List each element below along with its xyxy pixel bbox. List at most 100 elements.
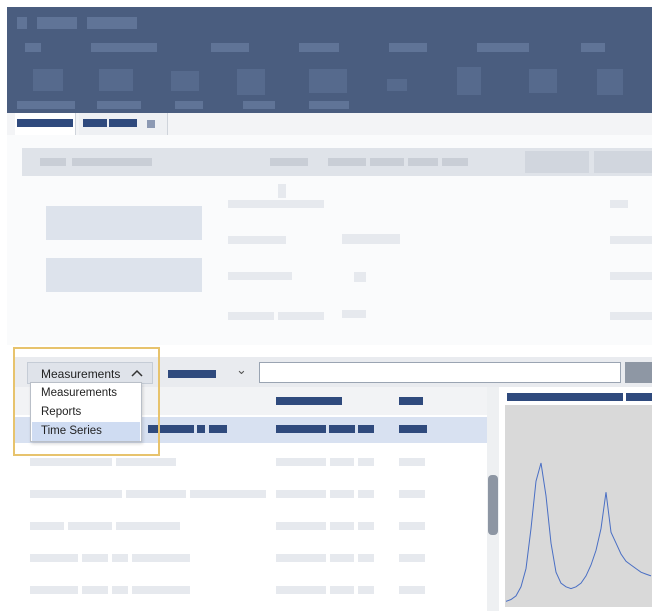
tab-second[interactable] <box>79 113 168 135</box>
form-label-placeholder <box>228 236 286 244</box>
filter-dropdown[interactable]: ⌄ <box>166 362 254 383</box>
table-row[interactable] <box>112 586 128 594</box>
table-row[interactable] <box>276 522 326 530</box>
table-row[interactable] <box>82 554 108 562</box>
table-row[interactable] <box>116 458 176 466</box>
form-value-placeholder <box>610 272 652 280</box>
form-label-placeholder <box>278 312 324 320</box>
table-row[interactable] <box>276 458 326 466</box>
column-header-placeholder[interactable] <box>399 397 423 405</box>
cell-placeholder <box>276 425 326 433</box>
form-label-placeholder <box>228 272 292 280</box>
ribbon-tool-icon[interactable] <box>309 69 347 93</box>
ribbon-tool-icon[interactable] <box>529 69 557 93</box>
info-card <box>46 258 202 292</box>
tab-label-placeholder <box>17 119 73 127</box>
toolbar-placeholder <box>72 158 152 166</box>
table-row[interactable] <box>30 458 112 466</box>
menu-tab-placeholder[interactable] <box>299 43 339 52</box>
ribbon-label-placeholder <box>309 101 349 109</box>
cell-placeholder <box>209 425 227 433</box>
table-row[interactable] <box>276 586 326 594</box>
toolbar-placeholder <box>442 158 468 166</box>
cell-placeholder <box>329 425 355 433</box>
toolbar-button-placeholder[interactable] <box>525 151 589 173</box>
table-row[interactable] <box>82 586 108 594</box>
cell-placeholder <box>197 425 205 433</box>
table-row[interactable] <box>358 522 374 530</box>
table-row[interactable] <box>399 554 425 562</box>
table-row[interactable] <box>276 554 326 562</box>
table-row[interactable] <box>276 490 326 498</box>
spectrum-svg <box>505 462 652 602</box>
table-row[interactable] <box>330 586 354 594</box>
ribbon <box>7 7 652 113</box>
info-card <box>46 206 202 240</box>
ribbon-tool-icon[interactable] <box>387 79 407 91</box>
filter-label-placeholder <box>168 370 216 378</box>
toolbar-placeholder <box>408 158 438 166</box>
table-row[interactable] <box>30 490 122 498</box>
table-row[interactable] <box>330 490 354 498</box>
table-row[interactable] <box>116 522 180 530</box>
table-row[interactable] <box>399 490 425 498</box>
table-row[interactable] <box>358 586 374 594</box>
document-tab-bar <box>7 113 652 136</box>
form-value-placeholder <box>354 272 366 282</box>
table-row[interactable] <box>30 554 78 562</box>
table-row[interactable] <box>30 522 64 530</box>
table-row[interactable] <box>126 490 186 498</box>
table-row[interactable] <box>132 586 190 594</box>
form-label-placeholder <box>228 200 324 208</box>
table-row[interactable] <box>358 554 374 562</box>
ribbon-tool-icon[interactable] <box>99 69 133 91</box>
search-button[interactable] <box>625 362 652 383</box>
table-row[interactable] <box>330 522 354 530</box>
table-row[interactable] <box>112 554 128 562</box>
ribbon-tool-icon[interactable] <box>237 69 265 95</box>
form-value-placeholder <box>610 312 652 320</box>
ribbon-tool-icon[interactable] <box>33 69 63 91</box>
cell-placeholder <box>358 425 374 433</box>
toolbar-button-placeholder[interactable] <box>594 151 652 173</box>
form-value-placeholder <box>610 236 652 244</box>
chevron-down-icon: ⌄ <box>236 362 247 377</box>
form-value-placeholder[interactable] <box>342 234 400 244</box>
table-row[interactable] <box>330 458 354 466</box>
form-label-placeholder <box>278 184 286 198</box>
table-row[interactable] <box>358 458 374 466</box>
window-title-placeholder-2 <box>87 17 137 29</box>
app-icon <box>17 17 27 29</box>
spectrum-chart[interactable] <box>505 405 652 607</box>
toolbar-placeholder <box>270 158 308 166</box>
ribbon-label-placeholder <box>17 101 75 109</box>
ribbon-tool-icon[interactable] <box>457 67 481 95</box>
search-input[interactable] <box>259 362 621 383</box>
menu-tab-placeholder[interactable] <box>477 43 529 52</box>
ribbon-tool-icon[interactable] <box>597 69 623 95</box>
scrollbar-thumb[interactable] <box>488 475 498 535</box>
table-row[interactable] <box>399 586 425 594</box>
menu-tab-placeholder[interactable] <box>211 43 249 52</box>
tab-close-icon[interactable] <box>147 120 155 128</box>
menu-tab-placeholder[interactable] <box>25 43 41 52</box>
table-row[interactable] <box>132 554 190 562</box>
toolbar-placeholder <box>328 158 366 166</box>
table-row[interactable] <box>30 586 78 594</box>
table-row[interactable] <box>399 458 425 466</box>
column-header-placeholder[interactable] <box>276 397 342 405</box>
ribbon-tool-icon[interactable] <box>171 71 199 91</box>
table-row[interactable] <box>358 490 374 498</box>
ribbon-label-placeholder <box>243 101 275 109</box>
table-row[interactable] <box>190 490 266 498</box>
menu-tab-placeholder[interactable] <box>91 43 157 52</box>
spectrum-header <box>500 387 652 405</box>
table-row[interactable] <box>399 522 425 530</box>
window-title-placeholder <box>37 17 77 29</box>
table-row[interactable] <box>68 522 112 530</box>
highlight-outline <box>13 347 160 456</box>
tab-active[interactable] <box>15 113 76 135</box>
table-row[interactable] <box>330 554 354 562</box>
menu-tab-placeholder[interactable] <box>389 43 427 52</box>
menu-tab-placeholder[interactable] <box>581 43 605 52</box>
